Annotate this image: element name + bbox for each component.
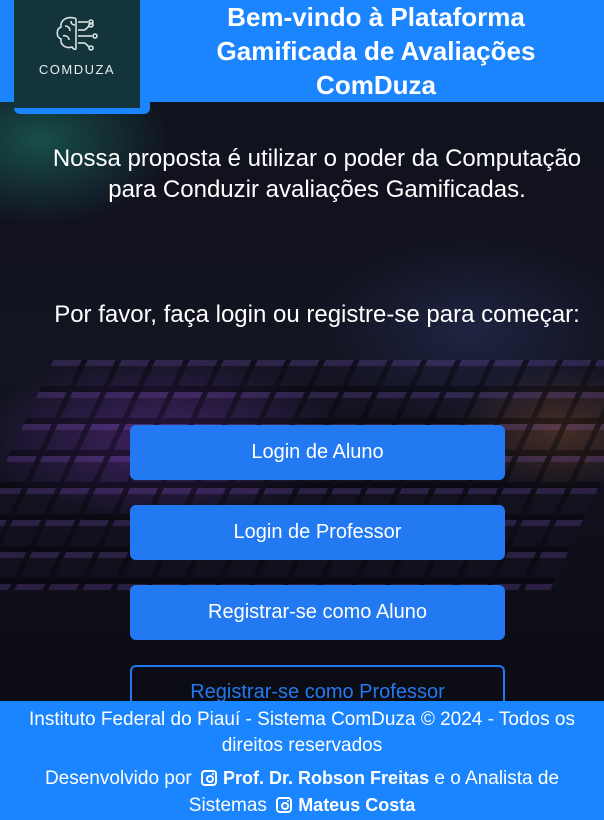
copyright-text: Instituto Federal do Piauí - Sistema Com…	[29, 709, 575, 756]
logo-text: COMDUZA	[38, 62, 116, 77]
credits: Desenvolvido por Prof. Dr. Robson Freita…	[4, 765, 600, 819]
teacher-login-button[interactable]: Login de Professor	[130, 505, 505, 560]
student-register-button[interactable]: Registrar-se como Aluno	[130, 585, 505, 640]
developer-link-robson[interactable]: Prof. Dr. Robson Freitas	[223, 768, 429, 788]
intro-text: Nossa proposta é utilizar o poder da Com…	[52, 145, 582, 203]
brain-circuit-icon	[56, 16, 98, 51]
student-login-button[interactable]: Login de Aluno	[130, 425, 505, 480]
dev-prefix: Desenvolvido por	[44, 768, 192, 789]
page-title: Bem-vindo à Plataforma Gamificada de Ava…	[216, 2, 536, 100]
page-header: COMDUZA Bem-vindo à Plataforma Gamificad…	[0, 0, 604, 114]
developer-link-mateus[interactable]: Mateus Costa	[298, 795, 415, 815]
login-prompt: Por favor, faça login ou registre-se par…	[54, 301, 580, 328]
instagram-icon[interactable]	[276, 797, 293, 813]
logo[interactable]: COMDUZA	[14, 0, 140, 108]
logo-container: COMDUZA	[14, 0, 150, 114]
instagram-icon[interactable]	[201, 770, 218, 786]
page-footer: Instituto Federal do Piauí - Sistema Com…	[0, 701, 604, 820]
